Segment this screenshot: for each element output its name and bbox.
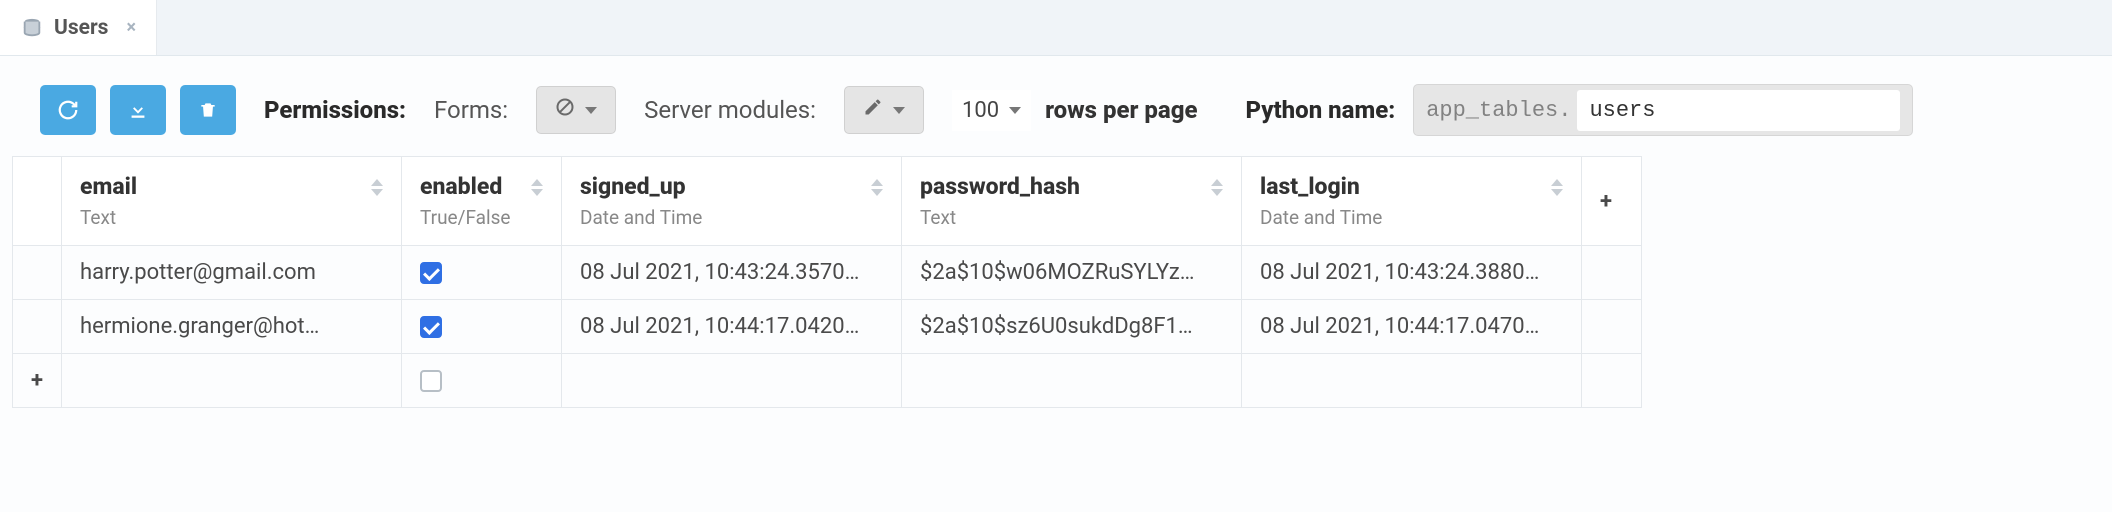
cell-last-login[interactable]: 08 Jul 2021, 10:44:17.0470… [1242, 300, 1582, 354]
cell-last-login[interactable]: 08 Jul 2021, 10:43:24.3880… [1242, 246, 1582, 300]
cell-enabled[interactable] [402, 246, 562, 300]
cell-signed-up[interactable]: 08 Jul 2021, 10:43:24.3570… [562, 246, 902, 300]
close-icon[interactable]: × [126, 17, 136, 38]
sort-icon[interactable] [1211, 179, 1223, 196]
database-icon [20, 16, 44, 40]
rows-per-page-value: 100 [962, 98, 999, 123]
cell-email[interactable]: hermione.granger@hot… [62, 300, 402, 354]
column-type: Date and Time [1260, 206, 1563, 229]
plus-icon: + [1600, 189, 1612, 214]
rows-per-page-select[interactable]: 100 [952, 90, 1031, 131]
cell-empty [1582, 354, 1642, 408]
server-modules-label: Server modules: [644, 96, 816, 124]
column-header-enabled[interactable]: enabled True/False [402, 157, 562, 246]
cell-signed-up[interactable] [562, 354, 902, 408]
column-header-email[interactable]: email Text [62, 157, 402, 246]
add-row-button[interactable]: + [13, 354, 62, 408]
column-name: signed_up [580, 173, 883, 200]
no-access-icon [555, 97, 575, 123]
column-name: last_login [1260, 173, 1563, 200]
delete-button[interactable] [180, 85, 236, 135]
download-button[interactable] [110, 85, 166, 135]
row-handle[interactable] [13, 246, 62, 300]
table-row: harry.potter@gmail.com 08 Jul 2021, 10:4… [13, 246, 1642, 300]
python-name-prefix: app_tables. [1426, 98, 1571, 123]
table-row: hermione.granger@hot… 08 Jul 2021, 10:44… [13, 300, 1642, 354]
column-name: enabled [420, 173, 543, 200]
plus-icon: + [31, 368, 43, 393]
column-name: password_hash [920, 173, 1223, 200]
new-row: + [13, 354, 1642, 408]
column-type: Date and Time [580, 206, 883, 229]
rows-per-page-label: rows per page [1045, 96, 1197, 124]
column-type: Text [80, 206, 383, 229]
cell-enabled[interactable] [402, 354, 562, 408]
tab-bar: Users × [0, 0, 2112, 56]
forms-permission-dropdown[interactable] [536, 86, 616, 134]
enabled-checkbox[interactable] [420, 262, 442, 284]
sort-icon[interactable] [871, 179, 883, 196]
add-column-button[interactable]: + [1582, 157, 1642, 246]
data-table: email Text enabled True/False signed_up … [0, 156, 2112, 408]
cell-enabled[interactable] [402, 300, 562, 354]
column-type: Text [920, 206, 1223, 229]
pencil-icon [863, 97, 883, 123]
rows-per-page: 100 rows per page [952, 90, 1198, 131]
tab-users[interactable]: Users × [0, 0, 157, 55]
enabled-checkbox[interactable] [420, 370, 442, 392]
table-header-row: email Text enabled True/False signed_up … [13, 157, 1642, 246]
column-header-password-hash[interactable]: password_hash Text [902, 157, 1242, 246]
python-name-input[interactable] [1577, 90, 1900, 131]
column-header-signed-up[interactable]: signed_up Date and Time [562, 157, 902, 246]
cell-password-hash[interactable]: $2a$10$sz6U0sukdDg8F1… [902, 300, 1242, 354]
server-modules-permission-dropdown[interactable] [844, 86, 924, 134]
chevron-down-icon [1009, 107, 1021, 114]
sort-icon[interactable] [531, 179, 543, 196]
toolbar: Permissions: Forms: Server modules: 100 … [0, 56, 2112, 156]
column-type: True/False [420, 206, 543, 229]
column-name: email [80, 173, 383, 200]
python-name-input-wrapper: app_tables. [1413, 84, 1913, 136]
cell-password-hash[interactable]: $2a$10$w06MOZRuSYLYz… [902, 246, 1242, 300]
cell-email[interactable]: harry.potter@gmail.com [62, 246, 402, 300]
forms-label: Forms: [434, 96, 508, 124]
sort-icon[interactable] [371, 179, 383, 196]
cell-empty [1582, 300, 1642, 354]
cell-email[interactable] [62, 354, 402, 408]
row-handle-header [13, 157, 62, 246]
cell-empty [1582, 246, 1642, 300]
cell-signed-up[interactable]: 08 Jul 2021, 10:44:17.0420… [562, 300, 902, 354]
chevron-down-icon [585, 107, 597, 114]
action-button-group [40, 85, 236, 135]
permissions-label: Permissions: [264, 96, 406, 124]
column-header-last-login[interactable]: last_login Date and Time [1242, 157, 1582, 246]
enabled-checkbox[interactable] [420, 316, 442, 338]
tab-title: Users [54, 16, 108, 40]
python-name-label: Python name: [1246, 96, 1396, 124]
cell-password-hash[interactable] [902, 354, 1242, 408]
chevron-down-icon [893, 107, 905, 114]
python-name-section: Python name: app_tables. [1246, 84, 1914, 136]
refresh-button[interactable] [40, 85, 96, 135]
sort-icon[interactable] [1551, 179, 1563, 196]
cell-last-login[interactable] [1242, 354, 1582, 408]
row-handle[interactable] [13, 300, 62, 354]
